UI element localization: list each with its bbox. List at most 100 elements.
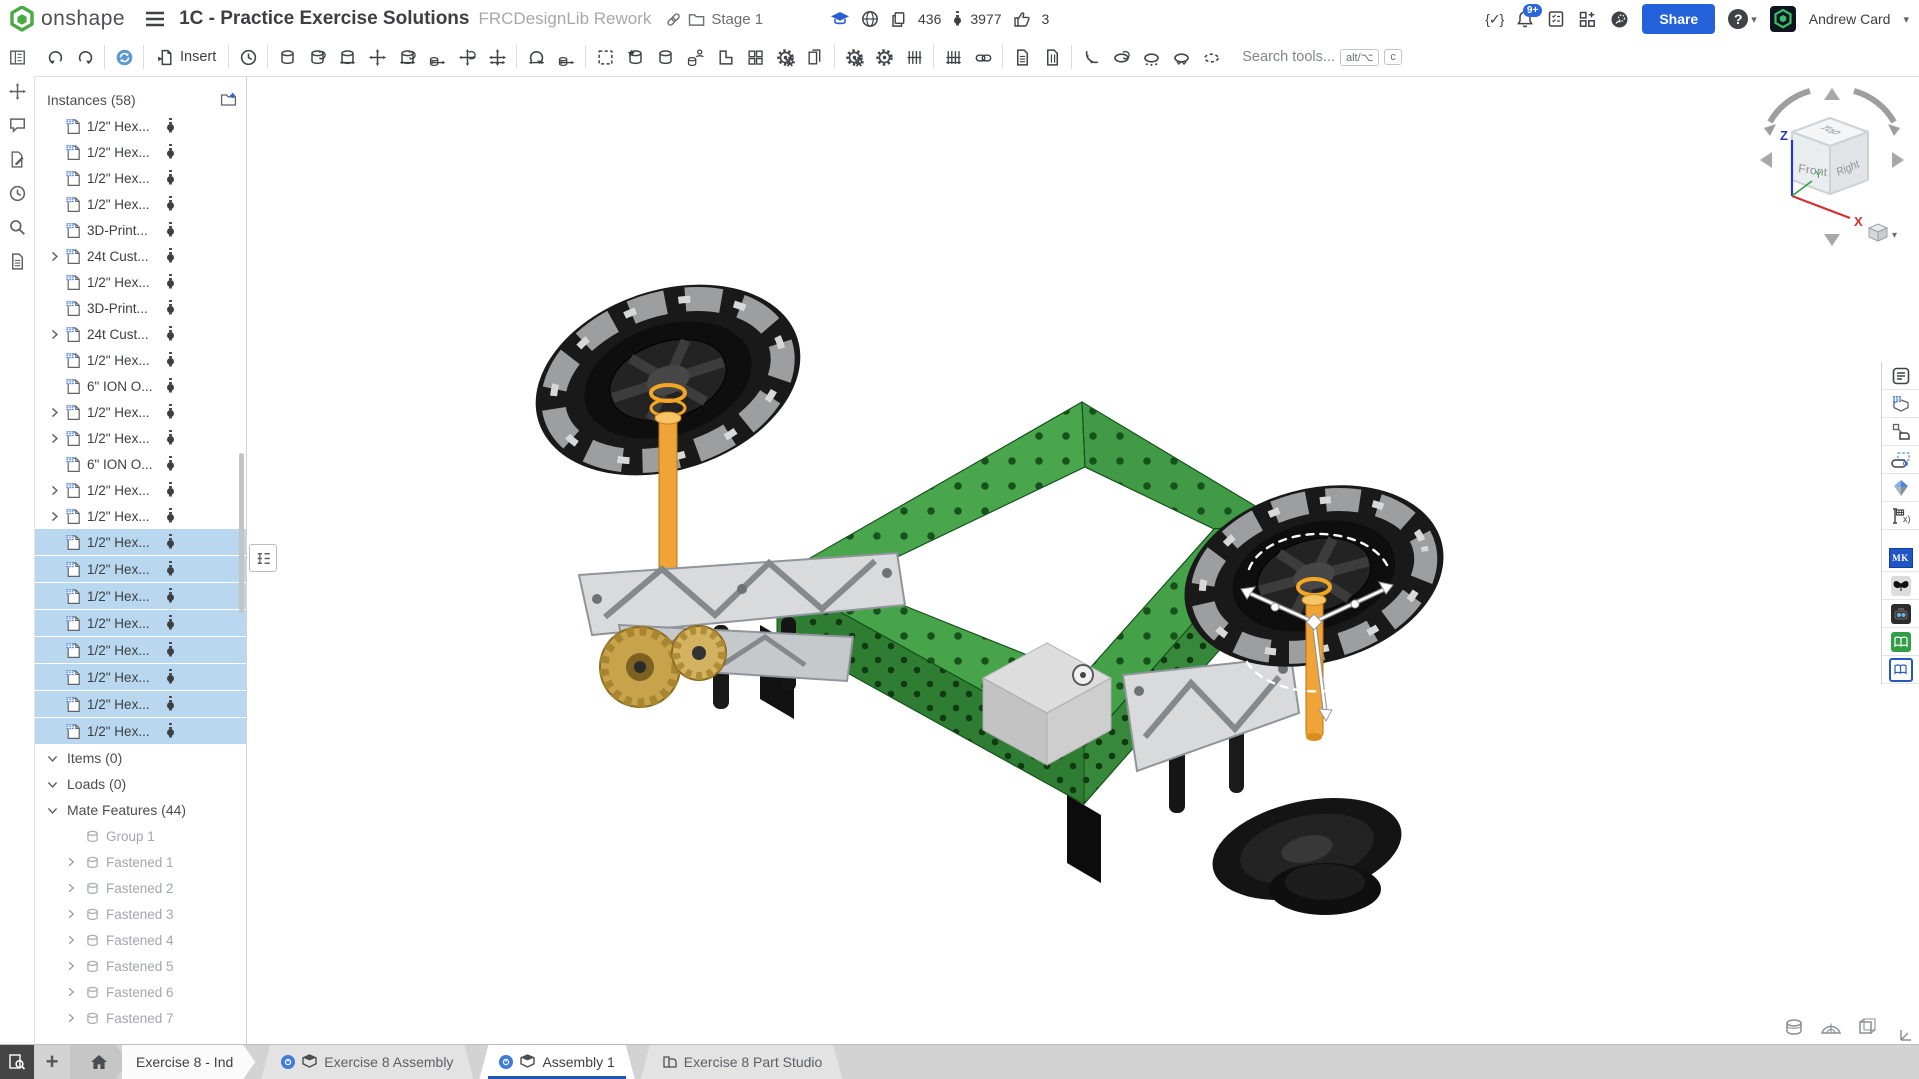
- add-tab-button[interactable]: +: [34, 1045, 70, 1079]
- update-icon[interactable]: [109, 42, 139, 72]
- blue-library-app-icon[interactable]: [1882, 656, 1919, 684]
- chevron-right-icon[interactable]: [48, 431, 63, 446]
- tilt-up-arrow[interactable]: [1824, 88, 1840, 100]
- instance-row[interactable]: 1/2" Hex...: [35, 399, 246, 425]
- document-edit-icon[interactable]: [8, 150, 27, 169]
- instance-row[interactable]: 1/2" Hex...: [35, 610, 246, 637]
- instance-row[interactable]: 1/2" Hex...: [35, 637, 246, 664]
- rotate-ccw-arrow[interactable]: [1770, 91, 1810, 122]
- section-mate-features[interactable]: Mate Features (44): [35, 797, 246, 823]
- redo-icon[interactable]: [70, 42, 100, 72]
- thumbs-up-icon[interactable]: [1013, 10, 1031, 28]
- fastened-mate-icon[interactable]: [272, 42, 302, 72]
- instance-row[interactable]: 1/2" Hex...: [35, 529, 246, 556]
- chevron-right-icon[interactable]: [48, 249, 63, 264]
- search-tools[interactable]: Search tools... alt/⌥c: [1242, 49, 1402, 66]
- instance-row[interactable]: 1/2" Hex...: [35, 113, 246, 139]
- instance-row[interactable]: 1/2" Hex...: [35, 477, 246, 503]
- help-menu[interactable]: ? ▾: [1728, 9, 1757, 29]
- share-button[interactable]: Share: [1642, 4, 1715, 34]
- rotate-left-arrow[interactable]: [1760, 152, 1772, 168]
- extract-part-icon[interactable]: [1882, 418, 1919, 446]
- add-instance-icon[interactable]: [219, 90, 238, 109]
- section-view-icon[interactable]: [1136, 42, 1166, 72]
- tasks-icon[interactable]: [1547, 10, 1565, 28]
- tilt-down-arrow[interactable]: [1824, 234, 1840, 246]
- chevron-right-icon[interactable]: [48, 327, 63, 342]
- belt-icon[interactable]: [938, 42, 968, 72]
- edit-part-icon[interactable]: [710, 42, 740, 72]
- tab-exercise-8-part-studio[interactable]: Exercise 8 Part Studio: [641, 1045, 843, 1079]
- chevron-right-icon[interactable]: [48, 405, 63, 420]
- mate-feature-row[interactable]: Fastened 2: [35, 875, 246, 901]
- view-cube[interactable]: Top Front Right Z X Y ▾: [1752, 78, 1912, 253]
- instance-row[interactable]: 6" ION O...: [35, 451, 246, 477]
- mate-feature-row[interactable]: Fastened 4: [35, 927, 246, 953]
- revolute-mate-icon[interactable]: [302, 42, 332, 72]
- apps-icon[interactable]: [1578, 10, 1597, 29]
- named-views-icon[interactable]: [1106, 42, 1136, 72]
- bom-icon[interactable]: [1007, 42, 1037, 72]
- instance-row[interactable]: 24t Cust...: [35, 243, 246, 269]
- rigid-icon[interactable]: [650, 42, 680, 72]
- view-mode-caret-icon[interactable]: ▾: [1892, 230, 1897, 241]
- chevron-right-icon[interactable]: [65, 881, 79, 896]
- parallel-mate-icon[interactable]: [482, 42, 512, 72]
- chevron-right-icon[interactable]: [65, 985, 79, 1000]
- projection-icon[interactable]: [1857, 1017, 1879, 1037]
- instance-row[interactable]: 3D-Print...: [35, 295, 246, 321]
- panel-scrollbar[interactable]: [239, 453, 244, 613]
- hide-icon[interactable]: [1166, 42, 1196, 72]
- mate-feature-row[interactable]: Fastened 5: [35, 953, 246, 979]
- comments-icon[interactable]: [8, 116, 27, 135]
- measure-icon[interactable]: [1076, 42, 1106, 72]
- pin-slot-mate-icon[interactable]: [422, 42, 452, 72]
- instance-row[interactable]: 1/2" Hex...: [35, 556, 246, 583]
- slot-sketch-icon[interactable]: [1882, 446, 1919, 474]
- tab-exercise-8-assembly[interactable]: Exercise 8 Assembly: [261, 1045, 473, 1079]
- document-title[interactable]: 1C - Practice Exercise Solutions: [179, 8, 469, 30]
- insert-button[interactable]: Insert: [148, 44, 224, 71]
- link-icon[interactable]: [665, 11, 682, 28]
- mkcad-app-icon[interactable]: MK: [1882, 544, 1919, 572]
- instance-row[interactable]: 1/2" Hex...: [35, 583, 246, 610]
- user-caret-icon[interactable]: ▾: [1903, 13, 1909, 26]
- relations-icon[interactable]: [839, 42, 869, 72]
- undo-icon[interactable]: [40, 42, 70, 72]
- chevron-right-icon[interactable]: [65, 907, 79, 922]
- fix-icon[interactable]: [620, 42, 650, 72]
- snap-mode-icon[interactable]: [521, 42, 551, 72]
- rotate-cw-arrow[interactable]: [1854, 91, 1894, 122]
- view-mode-cube-icon[interactable]: [1869, 224, 1887, 241]
- instance-row[interactable]: 3D-Print...: [35, 217, 246, 243]
- mate-feature-row[interactable]: Fastened 1: [35, 849, 246, 875]
- butterfly-app-icon[interactable]: [1882, 572, 1919, 600]
- section-items[interactable]: Items (0): [35, 745, 246, 771]
- instance-row[interactable]: 1/2" Hex...: [35, 139, 246, 165]
- instance-row[interactable]: 1/2" Hex...: [35, 664, 246, 691]
- notifications-bell-icon[interactable]: 9+: [1516, 10, 1534, 29]
- named-positions-icon[interactable]: [233, 42, 263, 72]
- instance-row[interactable]: 1/2" Hex...: [35, 347, 246, 373]
- featurescript-icon[interactable]: x): [1882, 502, 1919, 530]
- instance-row[interactable]: 1/2" Hex...: [35, 165, 246, 191]
- instance-row[interactable]: 6" ION O...: [35, 373, 246, 399]
- flyout-panel-icon[interactable]: [8, 48, 27, 67]
- instance-row[interactable]: 24t Cust...: [35, 321, 246, 347]
- rack-icon[interactable]: [899, 42, 929, 72]
- in-context-icon[interactable]: [680, 42, 710, 72]
- assistant-icon[interactable]: [1610, 10, 1629, 29]
- chevron-right-icon[interactable]: [65, 959, 79, 974]
- chevron-right-icon[interactable]: [65, 855, 79, 870]
- green-library-app-icon[interactable]: [1882, 628, 1919, 656]
- onshape-logo[interactable]: onshape: [10, 6, 125, 32]
- instance-row[interactable]: 1/2" Hex...: [35, 718, 246, 745]
- mate-feature-row[interactable]: Fastened 6: [35, 979, 246, 1005]
- user-name[interactable]: Andrew Card: [1809, 11, 1891, 27]
- document-outline-icon[interactable]: [1882, 362, 1919, 390]
- outline-icon[interactable]: [8, 252, 27, 271]
- bom-table-icon[interactable]: [1882, 390, 1919, 418]
- group-icon[interactable]: [590, 42, 620, 72]
- ball-mate-icon[interactable]: [452, 42, 482, 72]
- main-menu-icon[interactable]: [145, 11, 165, 27]
